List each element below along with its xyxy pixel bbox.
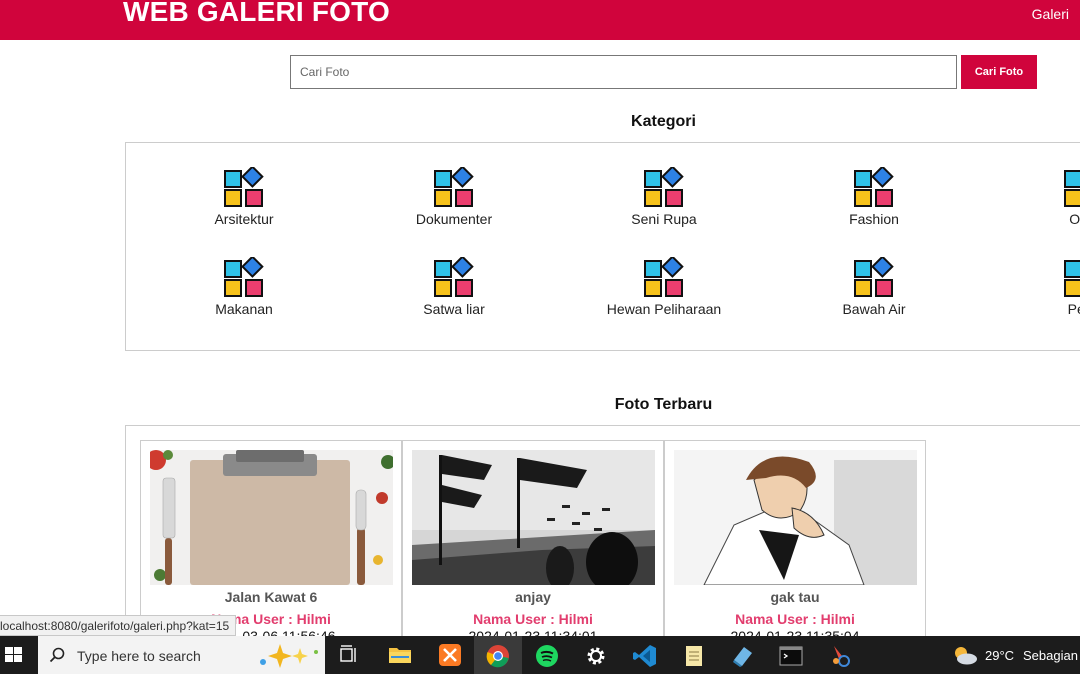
category-label: Fashion <box>849 211 899 227</box>
folder-icon <box>389 648 411 663</box>
weather-icon[interactable] <box>951 644 979 666</box>
photo-title: gak tau <box>770 589 820 605</box>
category-heading: Kategori <box>631 113 696 130</box>
blue-app-icon <box>733 647 752 667</box>
vscode-app[interactable] <box>621 636 669 674</box>
category-item[interactable]: Arsitektur <box>154 167 334 227</box>
page: WEB GALERI FOTO Galeri Cari Foto Kategor… <box>0 0 1080 674</box>
search-icon <box>49 647 65 663</box>
category-item[interactable]: Seni Rupa <box>574 167 754 227</box>
chrome-app[interactable] <box>474 636 522 674</box>
category-label: Bawah Air <box>842 301 906 317</box>
status-url-bar: localhost:8080/galerifoto/galeri.php?kat… <box>0 615 237 636</box>
category-item[interactable]: Dokumenter <box>364 167 544 227</box>
taskbar-search-box[interactable]: Type here to search <box>38 636 325 674</box>
paint-app[interactable] <box>816 636 864 674</box>
photo-thumbnail[interactable] <box>412 450 655 585</box>
blue-app[interactable] <box>719 636 767 674</box>
category-item[interactable]: Olah <box>994 167 1080 227</box>
category-icon <box>644 167 684 207</box>
notepad-app[interactable] <box>670 636 718 674</box>
category-icon <box>224 167 264 207</box>
vscode-icon <box>633 645 656 667</box>
category-icon <box>434 257 474 297</box>
task-view-button[interactable] <box>325 636 373 674</box>
windows-logo-icon <box>5 647 22 662</box>
category-label: Dokumenter <box>415 211 493 227</box>
category-label: Perja <box>1067 301 1080 317</box>
category-label: Seni Rupa <box>631 211 697 227</box>
weather-temperature[interactable]: 29°C <box>985 648 1014 663</box>
category-icon <box>644 257 684 297</box>
notepad-icon <box>686 646 702 666</box>
photo-thumbnail[interactable] <box>674 450 917 585</box>
taskbar-search-placeholder: Type here to search <box>77 648 201 664</box>
category-label: Arsitektur <box>214 211 274 227</box>
category-item[interactable]: Bawah Air <box>784 257 964 317</box>
category-panel: Arsitektur Dokumenter Seni Rupa Fashion Olah… <box>125 142 1080 351</box>
weather-description[interactable]: Sebagian <box>1023 648 1078 663</box>
category-label: Satwa liar <box>423 301 485 317</box>
category-icon <box>224 257 264 297</box>
search-input[interactable] <box>290 55 957 89</box>
category-label: Olah <box>1069 211 1080 227</box>
photo-title: Jalan Kawat 6 <box>224 589 318 605</box>
latest-photos-heading: Foto Terbaru <box>614 396 713 413</box>
chrome-icon <box>486 645 509 668</box>
photo-user: Nama User : Hilmi <box>473 611 593 627</box>
xampp-icon <box>439 644 461 666</box>
gear-icon <box>587 647 605 665</box>
terminal-icon <box>779 646 803 666</box>
category-item[interactable]: Makanan <box>154 257 334 317</box>
category-icon <box>854 167 894 207</box>
site-title[interactable]: WEB GALERI FOTO <box>123 0 390 28</box>
nav-galeri-link[interactable]: Galeri <box>1032 6 1069 22</box>
task-view-icon <box>340 645 356 662</box>
spotify-app[interactable] <box>523 636 571 674</box>
category-item[interactable]: Fashion <box>784 167 964 227</box>
windows-taskbar: Type here to search 29°C Sebagian <box>0 636 1080 674</box>
photo-thumbnail[interactable] <box>150 450 393 585</box>
file-explorer-app[interactable] <box>376 636 424 674</box>
category-icon <box>1064 260 1080 297</box>
xampp-app[interactable] <box>426 636 474 674</box>
category-label: Hewan Peliharaan <box>606 301 722 317</box>
category-item[interactable]: Perja <box>994 257 1080 317</box>
search-highlight-icon <box>260 644 318 668</box>
settings-app[interactable] <box>572 636 620 674</box>
category-icon <box>1064 170 1080 207</box>
category-label: Makanan <box>215 301 273 317</box>
terminal-app[interactable] <box>767 636 815 674</box>
category-icon <box>434 167 474 207</box>
spotify-icon <box>536 645 558 667</box>
start-button[interactable] <box>0 636 38 674</box>
category-icon <box>854 257 894 297</box>
top-navbar: WEB GALERI FOTO Galeri <box>0 0 1080 40</box>
paint-icon <box>833 646 850 667</box>
photo-user: Nama User : Hilmi <box>735 611 855 627</box>
search-button[interactable]: Cari Foto <box>961 55 1037 89</box>
category-item[interactable]: Satwa liar <box>364 257 544 317</box>
photo-title: anjay <box>515 589 551 605</box>
category-item[interactable]: Hewan Peliharaan <box>574 257 754 317</box>
